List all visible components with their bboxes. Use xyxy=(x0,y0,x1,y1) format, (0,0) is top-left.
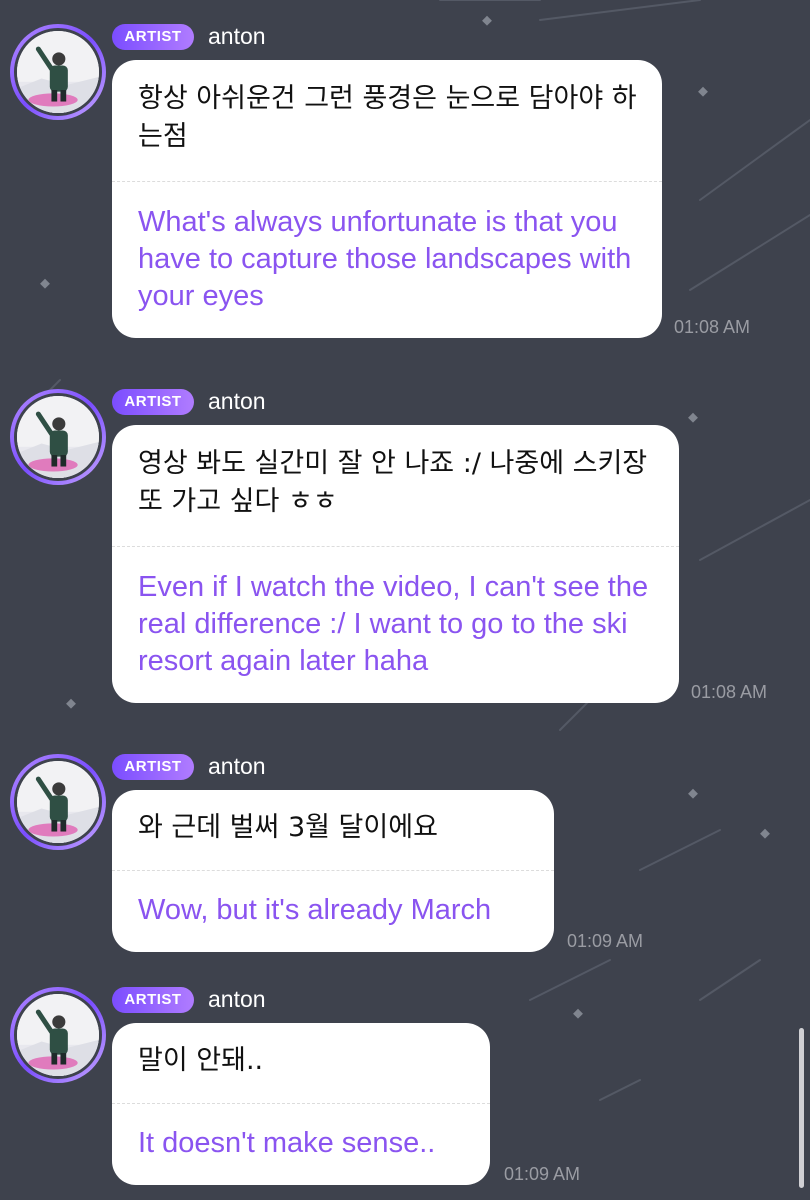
artist-badge: ARTIST xyxy=(112,987,194,1013)
message-translation-english: Wow, but it's already March xyxy=(138,894,492,926)
message-bubble[interactable]: 와 근데 벌써 3월 달이에요 Wow, but it's already Ma… xyxy=(112,790,554,952)
message-translation-english: It doesn't make sense.. xyxy=(138,1127,436,1159)
message-bubble[interactable]: 말이 안돼.. It doesn't make sense.. xyxy=(112,1023,490,1185)
message-bubble[interactable]: 항상 아쉬운건 그런 풍경은 눈으로 담아야 하는점 What's always… xyxy=(112,60,662,338)
message-text-korean: 항상 아쉬운건 그런 풍경은 눈으로 담아야 하는점 xyxy=(138,83,637,152)
user-avatar-icon[interactable] xyxy=(10,389,106,485)
message-timestamp: 01:09 AM xyxy=(567,931,644,951)
artist-badge: ARTIST xyxy=(112,389,194,415)
translation-divider xyxy=(112,546,679,547)
message-text-korean: 와 근데 벌써 3월 달이에요 xyxy=(138,812,438,843)
sender-name[interactable]: anton xyxy=(208,750,266,782)
sender-name[interactable]: anton xyxy=(208,385,266,417)
message-bubble[interactable]: 영상 봐도 실간미 잘 안 나죠 :/ 나중에 스키장 또 가고 싶다 ㅎㅎ E… xyxy=(112,425,679,703)
user-avatar-icon[interactable] xyxy=(10,987,106,1083)
message-translation-english: Even if I watch the video, I can't see t… xyxy=(138,571,649,677)
translation-divider xyxy=(112,181,662,182)
message-timestamp: 01:09 AM xyxy=(504,1164,581,1184)
artist-badge: ARTIST xyxy=(112,24,194,50)
message-timestamp: 01:08 AM xyxy=(674,317,751,337)
user-avatar-icon[interactable] xyxy=(10,24,106,120)
translation-divider xyxy=(112,1103,490,1104)
artist-badge: ARTIST xyxy=(112,754,194,780)
message-translation-english: What's always unfortunate is that you ha… xyxy=(138,206,632,312)
sender-name[interactable]: anton xyxy=(208,983,266,1015)
message-text-korean: 영상 봐도 실간미 잘 안 나죠 :/ 나중에 스키장 또 가고 싶다 ㅎㅎ xyxy=(138,448,648,517)
user-avatar-icon[interactable] xyxy=(10,754,106,850)
scrollbar[interactable] xyxy=(799,1028,804,1188)
message-text-korean: 말이 안돼.. xyxy=(138,1045,264,1076)
translation-divider xyxy=(112,870,554,871)
sender-name[interactable]: anton xyxy=(208,20,266,52)
message-timestamp: 01:08 AM xyxy=(691,682,768,702)
